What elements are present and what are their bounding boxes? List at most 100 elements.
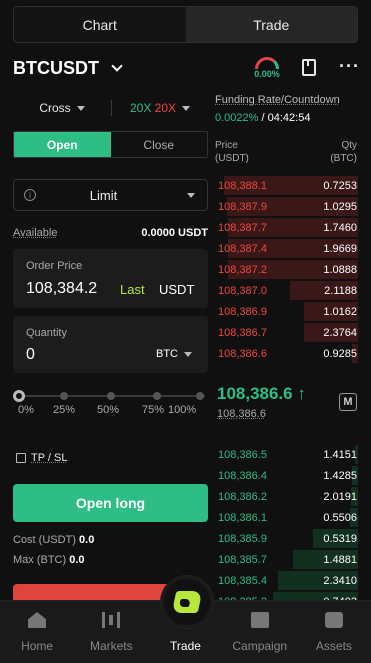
ask-row[interactable]: 108,387.2 1.0888 (217, 259, 358, 280)
bid-row[interactable]: 108,385.4 2.3410 (217, 570, 358, 591)
nav-item-campaign[interactable]: Campaign (223, 601, 297, 663)
bid-row[interactable]: 108,385.9 0.5319 (217, 528, 358, 549)
available-label: Available (13, 227, 58, 239)
ask-row[interactable]: 108,387.7 1.7460 (217, 217, 358, 238)
funding-rate: 0.0022% (215, 112, 259, 124)
ask-row[interactable]: 108,388.1 0.7253 (217, 175, 358, 196)
last-price-button[interactable]: Last (120, 282, 145, 297)
arrow-up-icon: ↑ (297, 384, 306, 403)
row-qty: 2.0191 (323, 490, 357, 503)
row-price: 108,388.1 (218, 179, 267, 192)
row-price: 108,386.4 (218, 469, 267, 482)
row-price: 108,387.9 (218, 200, 267, 213)
mark-price[interactable]: 108,386.6 (217, 408, 266, 420)
order-price-label: Order Price (26, 260, 83, 272)
open-long-button[interactable]: Open long (13, 484, 208, 522)
slider-handle[interactable] (13, 390, 25, 402)
ask-row[interactable]: 108,387.4 1.9669 (217, 238, 358, 259)
nav-label: Assets (315, 639, 352, 653)
quantity-label: Quantity (26, 327, 67, 339)
bid-row[interactable]: 108,385.7 1.4881 (217, 549, 358, 570)
row-qty: 0.5506 (323, 511, 357, 524)
slider-stop-50[interactable] (107, 392, 115, 400)
tab-trade[interactable]: Trade (185, 7, 357, 42)
quantity-input[interactable]: 0 (26, 346, 35, 364)
nav-item-markets[interactable]: Markets (74, 601, 148, 663)
order-price-input[interactable]: 108,384.2 (26, 280, 114, 298)
caret-down-icon (187, 192, 195, 198)
row-qty: 0.7253 (323, 179, 357, 192)
ask-row[interactable]: 108,387.0 2.1188 (217, 280, 358, 301)
leverage-select[interactable]: 20X 20X (112, 101, 208, 115)
row-qty: 0.9285 (323, 347, 357, 360)
ask-row[interactable]: 108,386.7 2.3764 (217, 322, 358, 343)
ask-row[interactable]: 108,387.9 1.0295 (217, 196, 358, 217)
row-price: 108,385.7 (218, 553, 267, 566)
trade-fab-button[interactable] (161, 576, 213, 628)
orderbook-icon[interactable] (302, 59, 316, 76)
nav-label: Campaign (232, 639, 288, 653)
bid-row[interactable]: 108,386.1 0.5506 (217, 507, 358, 528)
quantity-field[interactable]: Quantity 0 BTC (13, 316, 208, 373)
open-tab[interactable]: Open (14, 132, 111, 157)
max-label: Max (BTC) (13, 554, 67, 566)
slider-stop-25[interactable] (60, 392, 68, 400)
funding-rate-row: 0.0022% / 04:42:54 (215, 112, 310, 124)
row-qty: 1.0162 (323, 305, 357, 318)
margin-mode-select[interactable]: Cross (13, 101, 111, 115)
row-price: 108,386.6 (218, 347, 267, 360)
bid-row[interactable]: 108,386.4 1.4285 (217, 465, 358, 486)
row-qty: 0.5319 (323, 532, 357, 545)
tick-label: 50% (97, 404, 120, 416)
row-qty: 1.0888 (323, 263, 357, 276)
ask-row[interactable]: 108,386.9 1.0162 (217, 301, 358, 322)
row-qty: 2.1188 (324, 284, 357, 297)
col-price-unit: (USDT) (215, 153, 249, 164)
slider-ticks: 0% 25% 50% 75% 100% (13, 404, 208, 418)
row-price: 108,387.7 (218, 221, 267, 234)
nav-label: Home (21, 639, 54, 653)
quantity-unit-select[interactable]: BTC (156, 348, 192, 360)
more-icon[interactable]: ··· (339, 57, 360, 75)
last-price[interactable]: 108,386.6 ↑ (217, 384, 306, 404)
row-qty: 2.3764 (323, 326, 357, 339)
row-price: 108,387.4 (218, 242, 267, 255)
row-qty: 1.4151 (323, 448, 357, 461)
view-tabs: Chart Trade (13, 6, 358, 43)
market-mode-icon[interactable]: M (339, 393, 357, 411)
max-row: Max (BTC) 0.0 (13, 554, 85, 566)
order-type-label: Limit (89, 187, 118, 203)
risk-gauge[interactable]: 0.00% (251, 57, 283, 81)
pair-selector[interactable]: BTCUSDT (13, 58, 123, 79)
ask-row[interactable]: 108,386.6 0.9285 (217, 343, 358, 364)
row-price: 108,386.9 (218, 305, 267, 318)
tpsl-checkbox[interactable] (16, 453, 26, 463)
nav-item-home[interactable]: Home (0, 601, 74, 663)
leverage-long: 20X (129, 101, 152, 115)
tab-chart[interactable]: Chart (14, 7, 186, 42)
open-close-toggle: Open Close (13, 131, 208, 158)
row-qty: 1.4881 (323, 553, 357, 566)
slider-stop-75[interactable] (153, 392, 161, 400)
funding-rate-title[interactable]: Funding Rate/Countdown (215, 94, 340, 106)
cost-value: 0.0 (79, 534, 95, 546)
tick-label: 75% (142, 404, 165, 416)
bid-row[interactable]: 108,386.5 1.4151 (217, 444, 358, 465)
slider-stop-100[interactable] (196, 392, 204, 400)
chevron-down-icon (111, 60, 123, 72)
quantity-slider[interactable] (13, 390, 205, 402)
margin-leverage-bar: Cross 20X 20X (13, 95, 208, 121)
close-tab[interactable]: Close (110, 132, 207, 157)
order-price-field[interactable]: Order Price 108,384.2 Last USDT (13, 249, 208, 308)
bid-row[interactable]: 108,386.2 2.0191 (217, 486, 358, 507)
cost-row: Cost (USDT) 0.0 (13, 534, 94, 546)
nav-item-assets[interactable]: Assets (297, 601, 371, 663)
order-type-select[interactable]: i Limit (13, 179, 208, 211)
last-price-value: 108,386.6 (217, 384, 293, 403)
trade-icon (171, 591, 203, 613)
tick-label: 100% (168, 404, 197, 416)
row-price: 108,385.9 (218, 532, 267, 545)
markets-icon (102, 612, 121, 628)
tpsl-toggle[interactable]: TP / SL (16, 452, 67, 464)
row-qty: 1.9669 (323, 242, 357, 255)
